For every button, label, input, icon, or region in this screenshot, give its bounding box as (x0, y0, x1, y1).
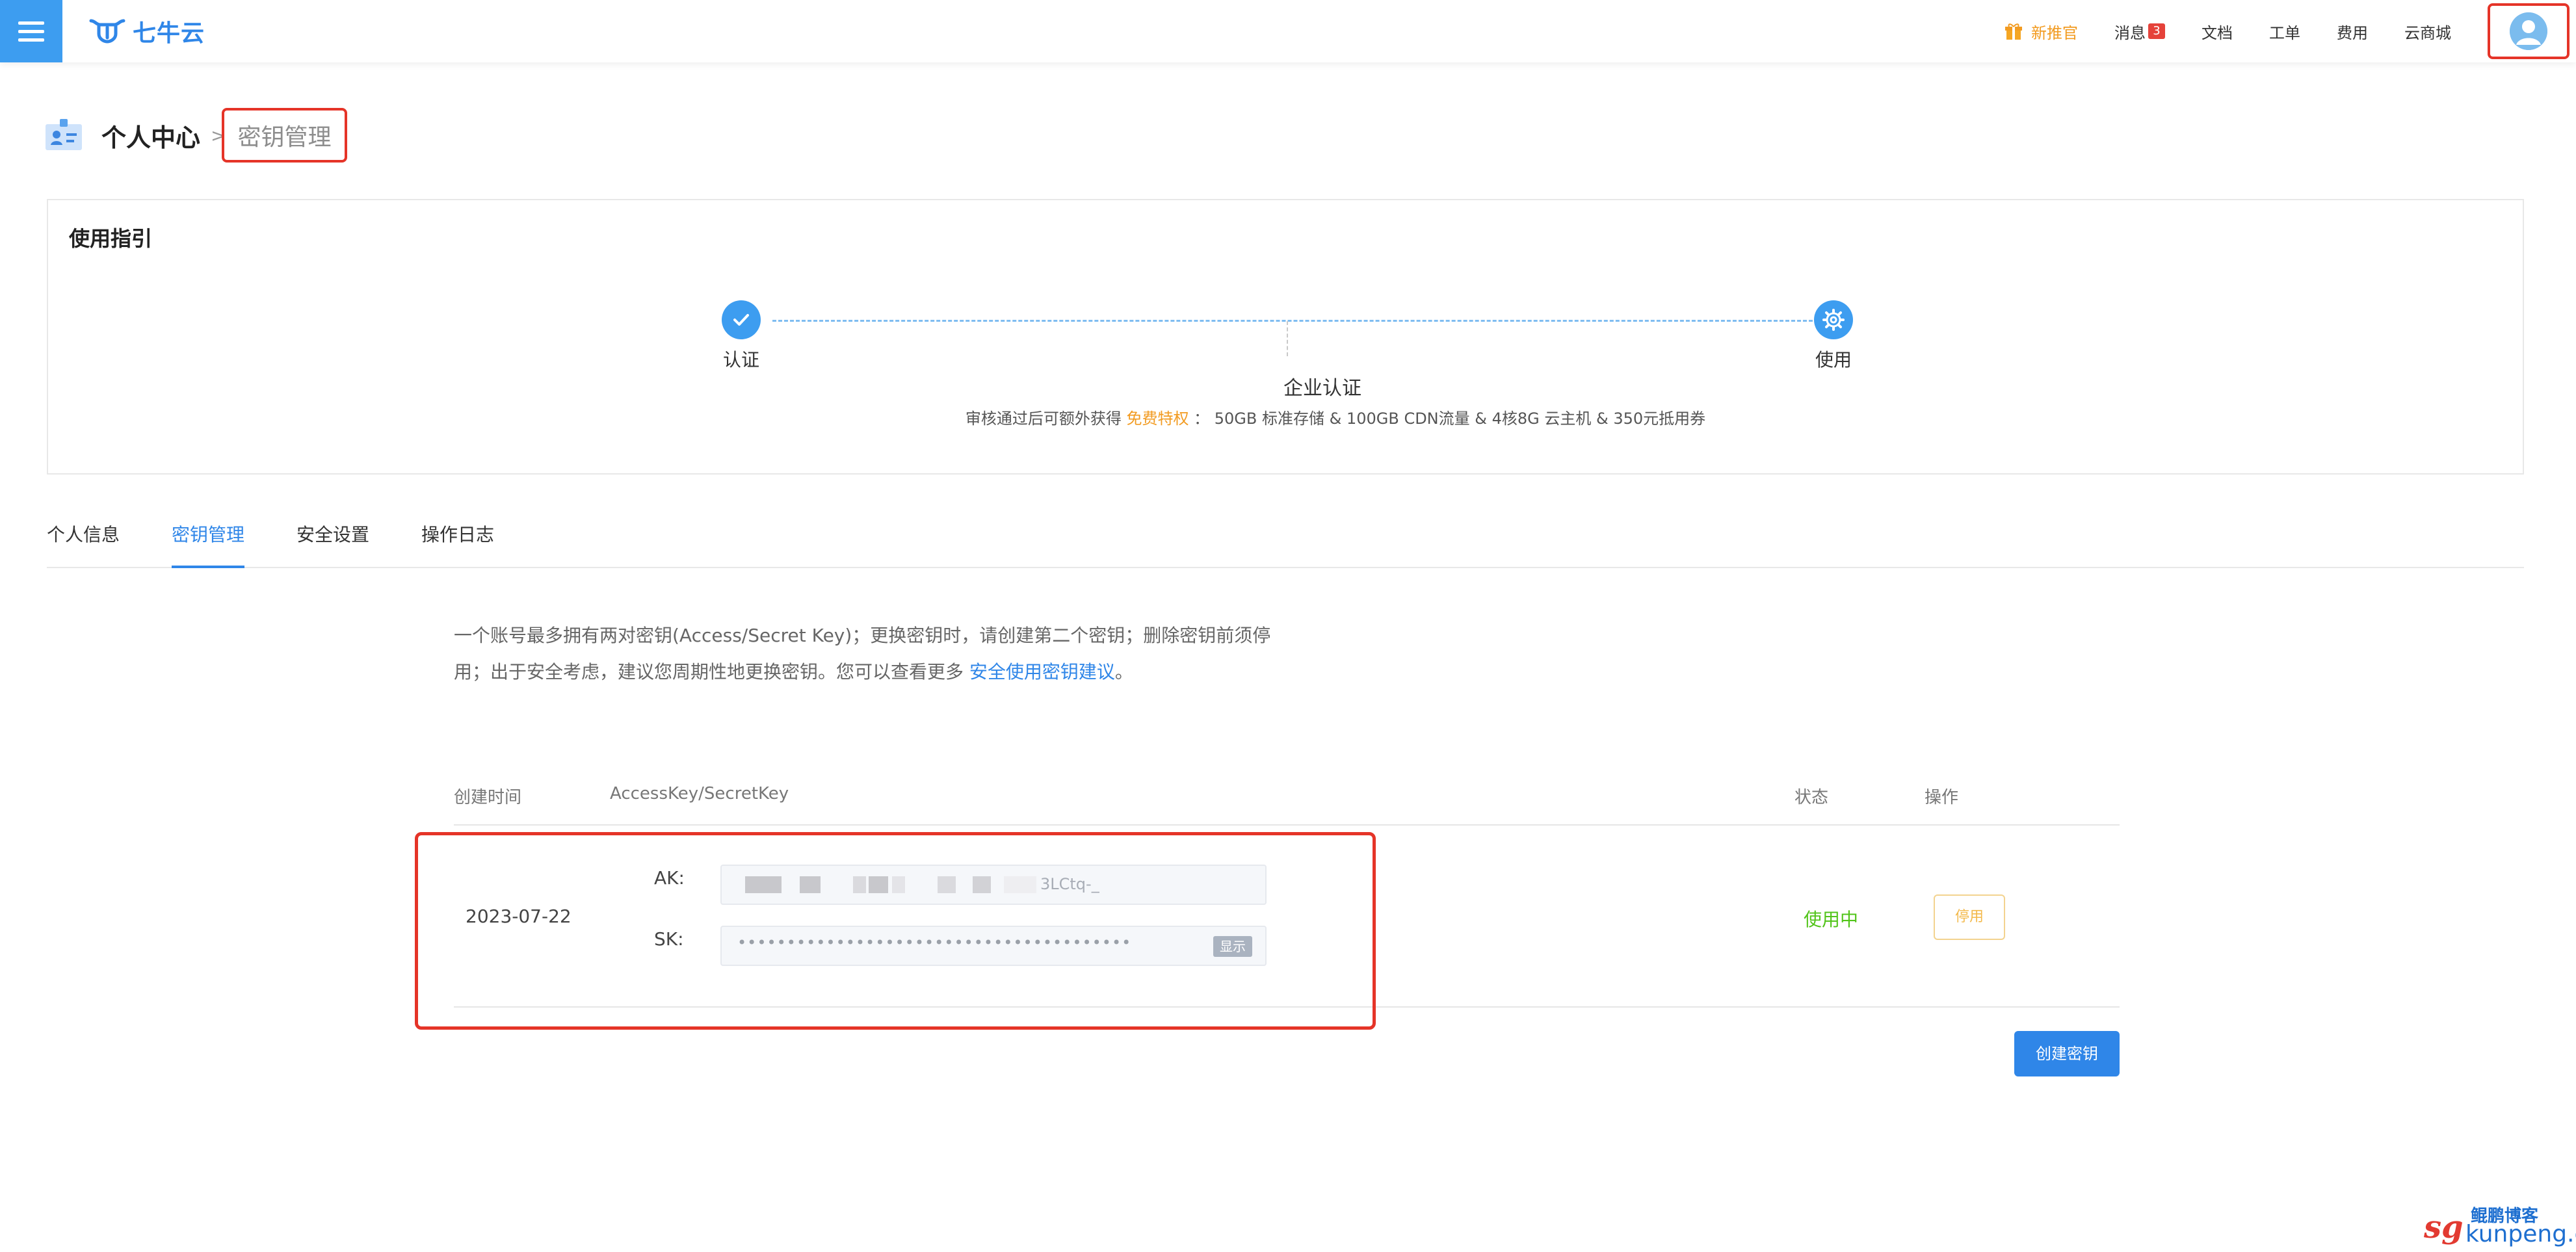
check-icon (722, 300, 761, 339)
logo-text: 七牛云 (133, 20, 205, 47)
intro-end: 。 (1114, 661, 1133, 683)
disable-key-button[interactable]: 停用 (1934, 894, 2005, 940)
top-nav-links: 新推官 消息 3 文档 工单 费用 云商城 (2005, 0, 2576, 62)
sk-label: SK: (654, 928, 684, 950)
usage-guide-card: 使用指引 认证 使用 企业认证 审核通过后可额外获得 免费特权 ： 50GB 标… (47, 199, 2524, 475)
secret-key-masked: •••••••••••••••••••••••••••••••••••••••• (737, 933, 1132, 952)
avatar-highlight (2488, 3, 2569, 59)
access-key-field[interactable]: 3LCtq-_ (720, 865, 1267, 905)
account-tabs: 个人信息 密钥管理 安全设置 操作日志 (47, 520, 2524, 568)
table-header: 创建时间 AccessKey/SecretKey 状态 操作 (454, 777, 2120, 826)
show-secret-key-button[interactable]: 显示 (1213, 936, 1252, 957)
header-created-time: 创建时间 (454, 788, 522, 807)
watermark-sg: sg (2424, 1209, 2464, 1245)
breadcrumb-current: 密钥管理 (222, 108, 347, 163)
watermark-domain: kunpeng.cn (2465, 1221, 2576, 1247)
key-created-date: 2023-07-22 (466, 906, 572, 927)
gear-icon (1814, 300, 1853, 339)
key-intro-text: 一个账号最多拥有两对密钥(Access/Secret Key)；更换密钥时，请创… (454, 618, 1293, 690)
ak-label: AK: (654, 867, 685, 889)
menu-icon-bar (18, 38, 44, 42)
profile-card-icon (46, 119, 82, 150)
access-key-visible-tail: 3LCtq-_ (1040, 875, 1099, 893)
tab-key-management[interactable]: 密钥管理 (172, 520, 245, 568)
nav-billing[interactable]: 费用 (2337, 20, 2368, 43)
tab-operation-log[interactable]: 操作日志 (421, 520, 494, 566)
header-status: 状态 (1794, 788, 1829, 807)
nav-promoter-label: 新推官 (2031, 23, 2078, 42)
desc-prefix: 审核通过后可额外获得 (965, 410, 1122, 428)
tab-personal-info[interactable]: 个人信息 (47, 520, 120, 566)
tab-security-settings[interactable]: 安全设置 (296, 520, 369, 566)
create-key-button[interactable]: 创建密钥 (2014, 1031, 2120, 1076)
nav-messages[interactable]: 消息 3 (2114, 20, 2165, 43)
step-use-label: 使用 (1815, 349, 1852, 371)
free-privilege-text: 免费特权 (1126, 410, 1189, 428)
watermark-logo: sg 鲲鹏博客 kunpeng.cn (2424, 1204, 2576, 1249)
desc-suffix: ： 50GB 标准存储 & 100GB CDN流量 & 4核8G 云主机 & 3… (1194, 410, 1706, 428)
qiniu-logo[interactable]: 七牛云 (88, 14, 205, 48)
user-avatar-icon (2510, 12, 2547, 50)
breadcrumb: 个人中心 > 密钥管理 (46, 108, 347, 163)
top-navbar: 七牛云 新推官 消息 3 文档 工单 费用 云商城 (0, 0, 2576, 62)
gift-icon (2005, 23, 2022, 40)
nav-docs[interactable]: 文档 (2201, 20, 2233, 43)
header-keys: AccessKey/SecretKey (610, 784, 789, 803)
key-security-advice-link[interactable]: 安全使用密钥建议 (969, 661, 1115, 683)
user-avatar[interactable] (2510, 12, 2547, 50)
intro-text: 一个账号最多拥有两对密钥(Access/Secret Key)；更换密钥时，请创… (454, 625, 1271, 683)
menu-icon-bar (18, 29, 44, 33)
guide-progress-divider (1287, 321, 1288, 356)
guide-progress-line (772, 320, 1813, 322)
enterprise-verify-description: 审核通过后可额外获得 免费特权 ： 50GB 标准存储 & 100GB CDN流… (698, 406, 1973, 428)
qiniu-logo-icon (89, 19, 125, 44)
menu-icon (18, 21, 44, 25)
step-verify-label: 认证 (722, 349, 759, 371)
key-table: 创建时间 AccessKey/SecretKey 状态 操作 2023-07-2… (454, 777, 2120, 1008)
nav-marketplace[interactable]: 云商城 (2404, 20, 2451, 43)
hamburger-menu-button[interactable] (0, 0, 62, 62)
nav-messages-label: 消息 (2114, 23, 2146, 42)
messages-count-badge: 3 (2148, 23, 2165, 39)
secret-key-field[interactable]: ••••••••••••••••••••••••••••••••••••••••… (720, 926, 1267, 966)
status-badge: 使用中 (1804, 909, 1859, 930)
header-action: 操作 (1925, 788, 1959, 807)
access-key-masked (745, 875, 1036, 894)
table-row: 2023-07-22 AK: 3LCtq-_ SK: •••••••••••••… (454, 826, 2120, 1008)
breadcrumb-root[interactable]: 个人中心 (101, 118, 200, 153)
nav-tickets[interactable]: 工单 (2269, 20, 2300, 43)
guide-title: 使用指引 (69, 226, 153, 251)
nav-promoter[interactable]: 新推官 (2005, 20, 2078, 43)
enterprise-verify-title[interactable]: 企业认证 (1153, 372, 1492, 400)
